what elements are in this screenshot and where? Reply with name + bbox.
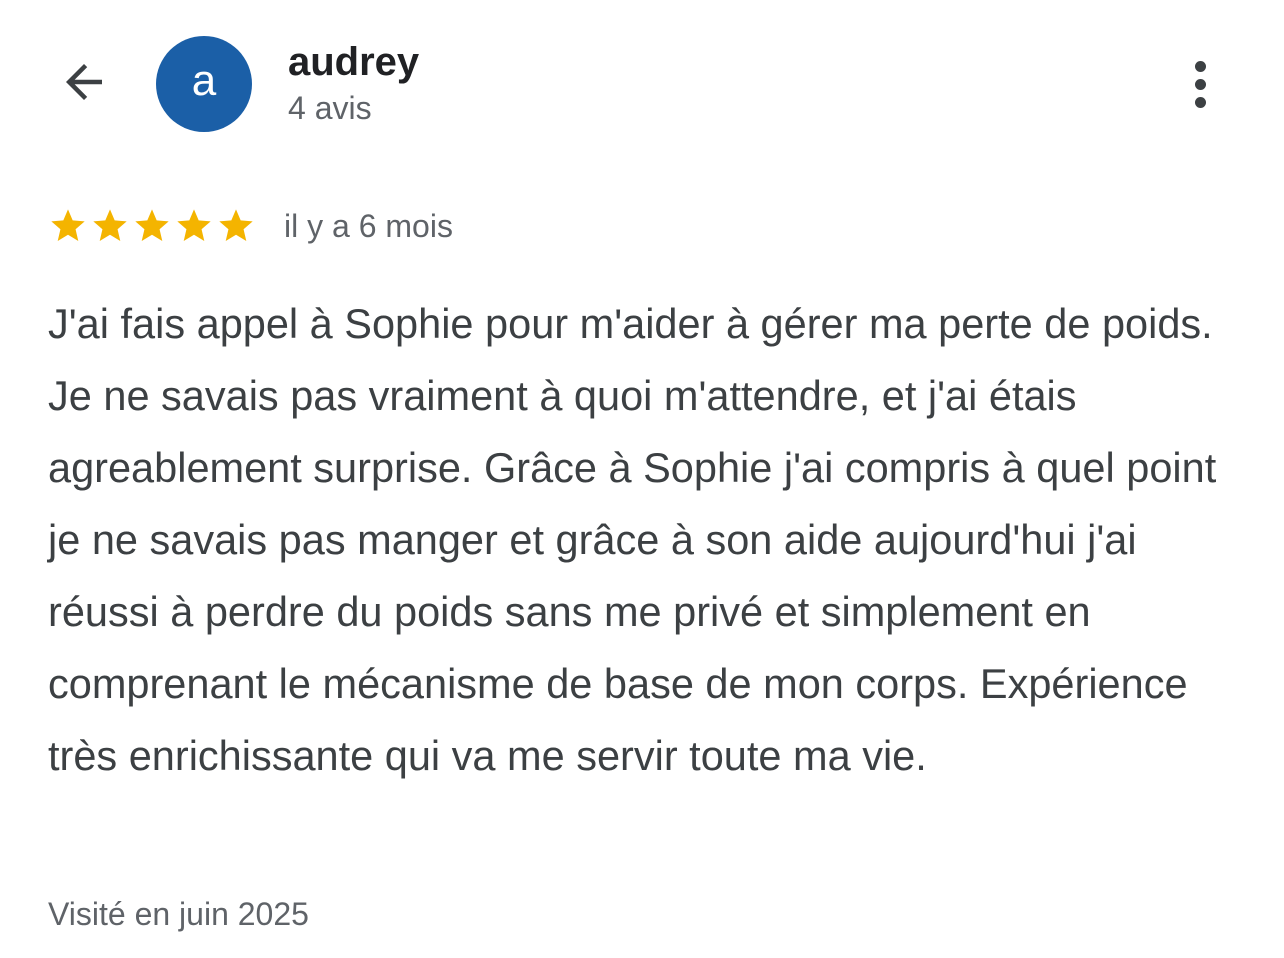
back-button[interactable] [50,48,118,116]
star-icon [177,209,211,241]
more-vertical-icon-dot [1194,96,1206,108]
review-text: J'ai fais appel à Sophie pour m'aider à … [48,300,1217,779]
review-time: il y a 6 mois [284,208,453,244]
more-vertical-icon-dot [1194,60,1206,72]
review-count: 4 avis [288,90,372,126]
more-options-button[interactable] [1170,54,1230,114]
more-vertical-icon-dot [1194,78,1206,90]
star-icon [219,209,253,241]
arrow-left-icon [66,64,102,100]
star-icon [93,209,127,241]
visited-date: Visité en juin 2025 [48,896,309,932]
star-rating [48,206,258,246]
rating-row: il y a 6 mois [48,204,453,248]
star-icon [51,209,85,241]
avatar[interactable]: a [156,36,252,132]
user-name[interactable]: audrey [288,38,419,86]
star-icon [135,209,169,241]
avatar-letter: a [191,56,217,105]
